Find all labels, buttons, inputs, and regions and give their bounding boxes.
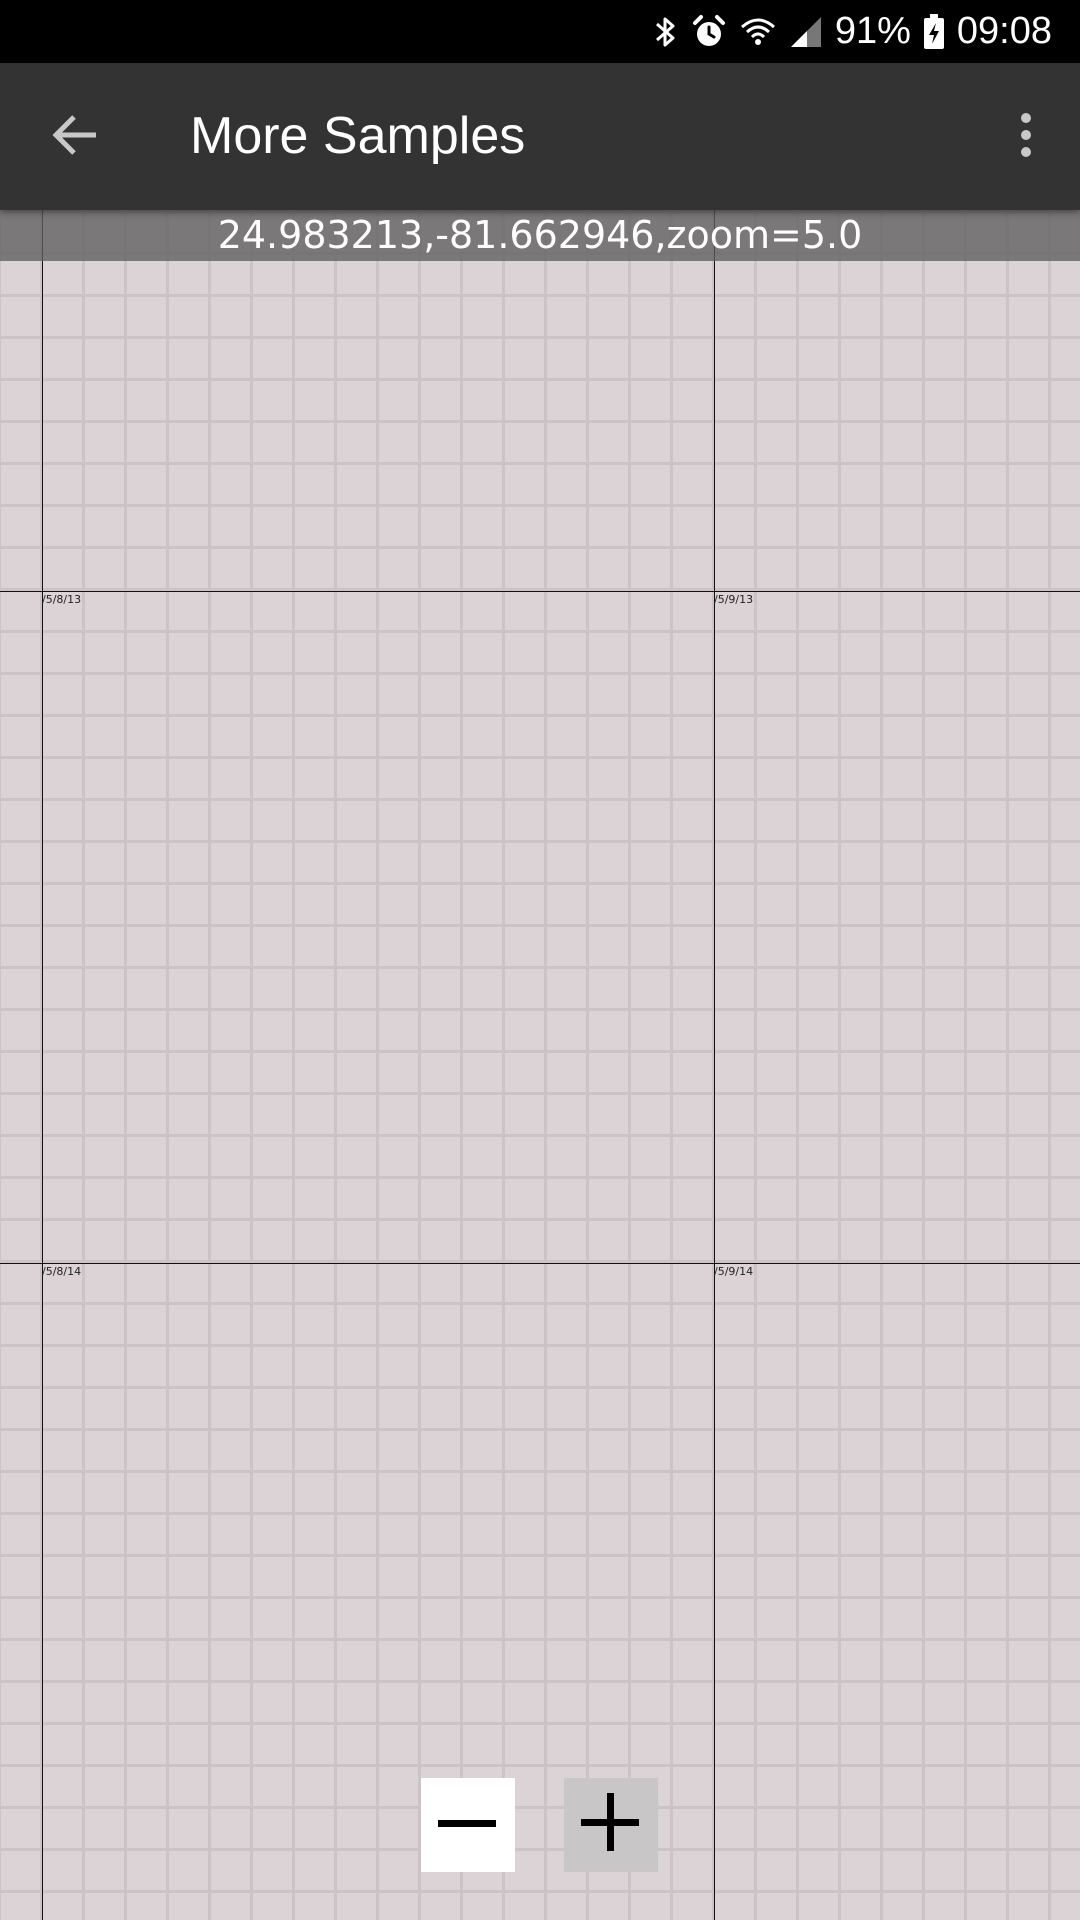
battery-percent: 91% (834, 10, 911, 52)
more-vert-icon (1019, 112, 1033, 163)
tile-label: /5/8/13 (42, 593, 82, 606)
tile-boundary-horizontal (0, 1263, 1080, 1264)
bluetooth-icon (653, 14, 679, 50)
minus-icon (438, 1816, 498, 1834)
app-bar: More Samples (0, 63, 1080, 210)
arrow-back-icon (50, 113, 98, 162)
map-view[interactable]: /5/8/13 /5/9/13 /5/8/14 /5/9/14 (0, 0, 1080, 1920)
clock: 09:08 (956, 10, 1052, 52)
zoom-in-button[interactable] (564, 1778, 658, 1872)
overflow-menu-button[interactable] (996, 99, 1056, 175)
screen: /5/8/13 /5/9/13 /5/8/14 /5/9/14 24.98321… (0, 0, 1080, 1920)
page-title: More Samples (190, 107, 526, 165)
back-button[interactable] (36, 99, 112, 175)
tile-label: /5/9/13 (714, 593, 754, 606)
tile-label: /5/8/14 (42, 1265, 82, 1278)
tile-boundary-horizontal (0, 591, 1080, 592)
status-bar: 91% 09:08 (0, 0, 1080, 63)
plus-icon (581, 1792, 641, 1858)
signal-icon (789, 15, 823, 49)
tile-label: /5/9/14 (714, 1265, 754, 1278)
wifi-icon (739, 15, 777, 49)
tile-boundary-vertical (42, 210, 43, 1920)
zoom-out-button[interactable] (421, 1778, 515, 1872)
coordinate-readout-bar: 24.983213,-81.662946,zoom=5.0 (0, 210, 1080, 261)
coordinate-readout: 24.983213,-81.662946,zoom=5.0 (217, 213, 863, 257)
battery-charging-icon (923, 13, 945, 50)
alarm-icon (691, 14, 727, 50)
tile-boundary-vertical (714, 210, 715, 1920)
